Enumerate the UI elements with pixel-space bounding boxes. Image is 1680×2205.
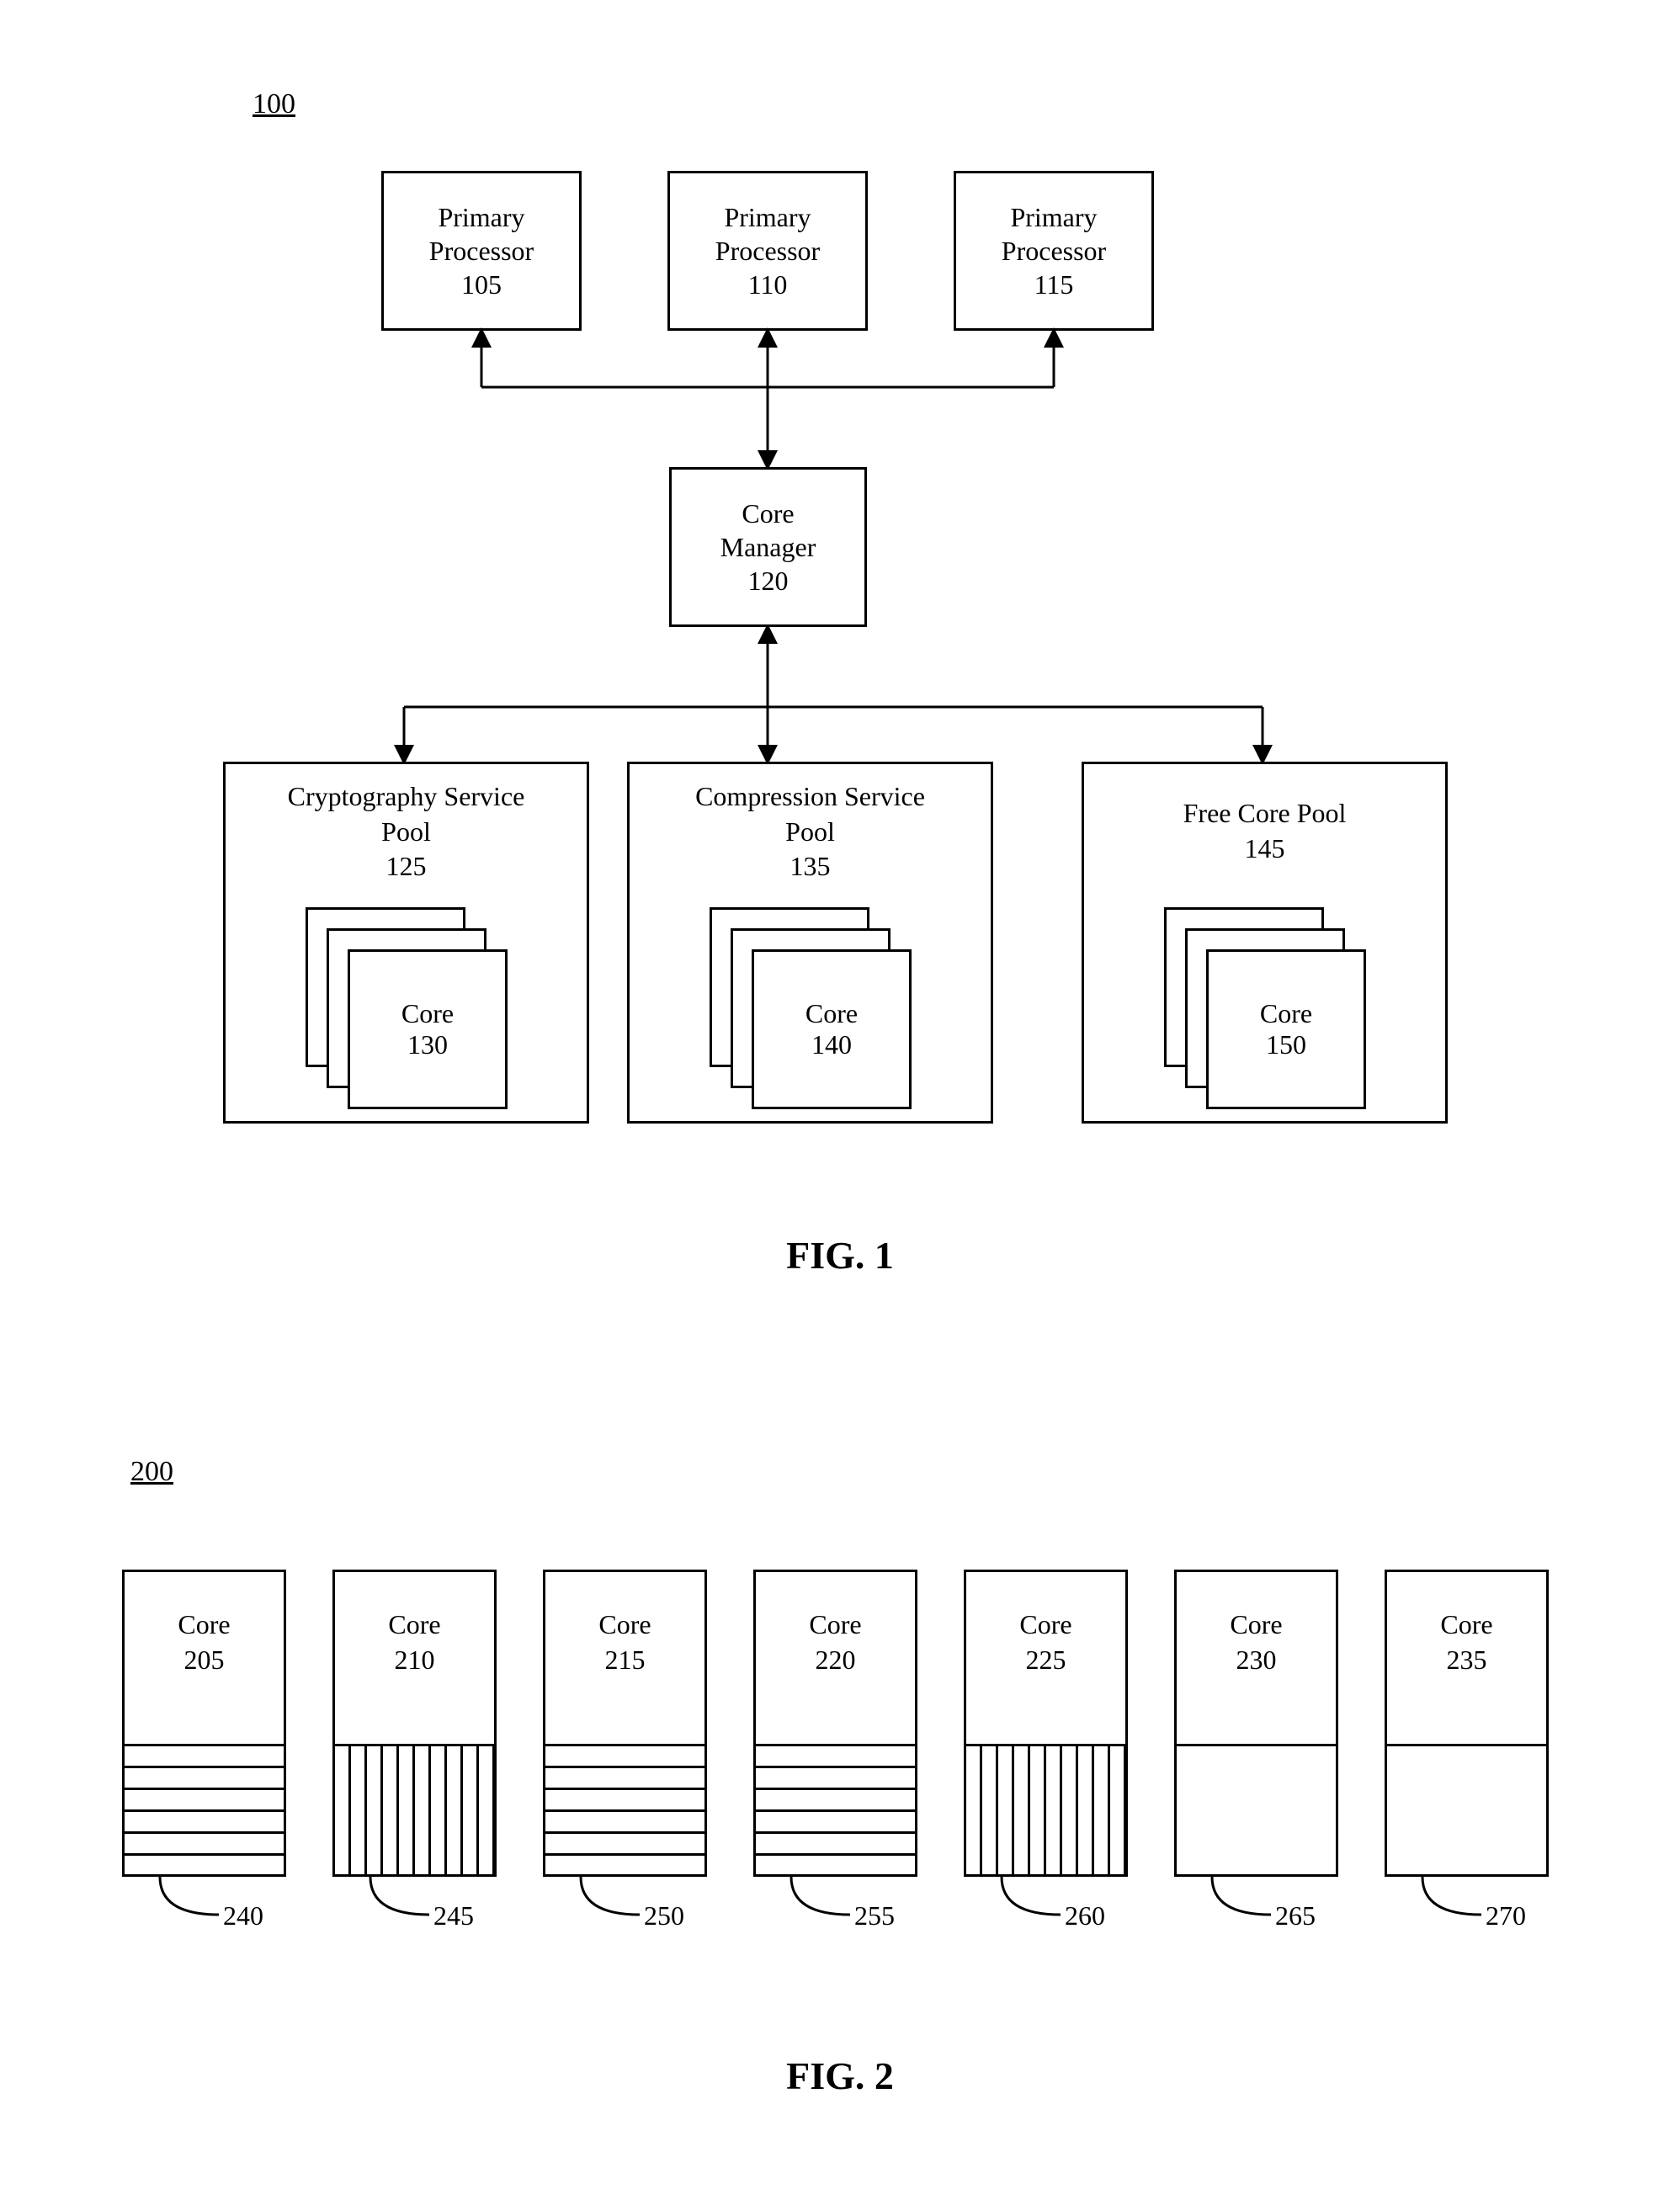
core2-label: Core: [966, 1607, 1125, 1643]
core-230: Core 230: [1174, 1570, 1338, 1877]
pool-title-text: Free Core Pool: [1084, 796, 1445, 832]
core2-num: 230: [1177, 1643, 1336, 1678]
core-memory-255: [756, 1744, 915, 1874]
core-num: 130: [407, 1029, 448, 1060]
core-memory-245: [335, 1744, 494, 1874]
pool-crypto: Cryptography Service Pool 125 Core 130: [223, 762, 589, 1124]
core2-num: 235: [1387, 1643, 1546, 1678]
core2-label: Core: [335, 1607, 494, 1643]
core-manager-num: 120: [748, 564, 789, 598]
processor-label: Primary Processor: [429, 200, 534, 268]
core-num: 140: [811, 1029, 852, 1060]
fig2-ref-label: 200: [130, 1456, 173, 1488]
pool-free: Free Core Pool 145 Core 150: [1082, 762, 1448, 1124]
callout-245: 245: [433, 1900, 474, 1931]
core2-label: Core: [1177, 1607, 1336, 1643]
pool-num: 145: [1084, 832, 1445, 867]
core-label: Core: [805, 998, 858, 1029]
core-205: Core 205: [122, 1570, 286, 1877]
primary-processor-105: Primary Processor 105: [381, 171, 582, 331]
core2-label: Core: [125, 1607, 284, 1643]
core-memory-270: [1387, 1744, 1546, 1874]
core2-num: 210: [335, 1643, 494, 1678]
fig2-caption: FIG. 2: [0, 2054, 1680, 2098]
core-memory-240: [125, 1744, 284, 1874]
core-memory-260: [966, 1744, 1125, 1874]
core-215: Core 215: [543, 1570, 707, 1877]
processor-label: Primary Processor: [715, 200, 820, 268]
core2-num: 215: [545, 1643, 704, 1678]
core-manager-label: Core Manager: [720, 497, 816, 564]
callout-250: 250: [644, 1900, 684, 1931]
callout-270: 270: [1486, 1900, 1526, 1931]
processor-num: 110: [748, 268, 788, 301]
pool-num: 135: [630, 849, 991, 885]
core-235: Core 235: [1385, 1570, 1549, 1877]
core-num: 150: [1266, 1029, 1306, 1060]
fig1-ref-label: 100: [253, 88, 295, 120]
pool-num: 125: [226, 849, 587, 885]
core-manager: Core Manager 120: [669, 467, 867, 627]
core-220: Core 220: [753, 1570, 917, 1877]
pool-title-text: Cryptography Service Pool: [226, 779, 587, 849]
pool-compression: Compression Service Pool 135 Core 140: [627, 762, 993, 1124]
primary-processor-115: Primary Processor 115: [954, 171, 1154, 331]
processor-num: 115: [1034, 268, 1074, 301]
core-225: Core 225: [964, 1570, 1128, 1877]
core2-label: Core: [545, 1607, 704, 1643]
pool-title-text: Compression Service Pool: [630, 779, 991, 849]
core2-num: 220: [756, 1643, 915, 1678]
core2-num: 225: [966, 1643, 1125, 1678]
callout-240: 240: [223, 1900, 263, 1931]
core-label: Core: [1260, 998, 1312, 1029]
fig1-caption: FIG. 1: [0, 1233, 1680, 1278]
core2-label: Core: [756, 1607, 915, 1643]
core-label: Core: [401, 998, 454, 1029]
page: 100 Primary Processor 105 Primary Proces…: [0, 0, 1680, 2165]
callout-255: 255: [854, 1900, 895, 1931]
core-memory-265: [1177, 1744, 1336, 1874]
core2-label: Core: [1387, 1607, 1546, 1643]
primary-processor-110: Primary Processor 110: [667, 171, 868, 331]
core-memory-250: [545, 1744, 704, 1874]
processor-label: Primary Processor: [1002, 200, 1106, 268]
core2-num: 205: [125, 1643, 284, 1678]
core-210: Core 210: [332, 1570, 497, 1877]
callout-265: 265: [1275, 1900, 1316, 1931]
processor-num: 105: [461, 268, 502, 301]
callout-260: 260: [1065, 1900, 1105, 1931]
